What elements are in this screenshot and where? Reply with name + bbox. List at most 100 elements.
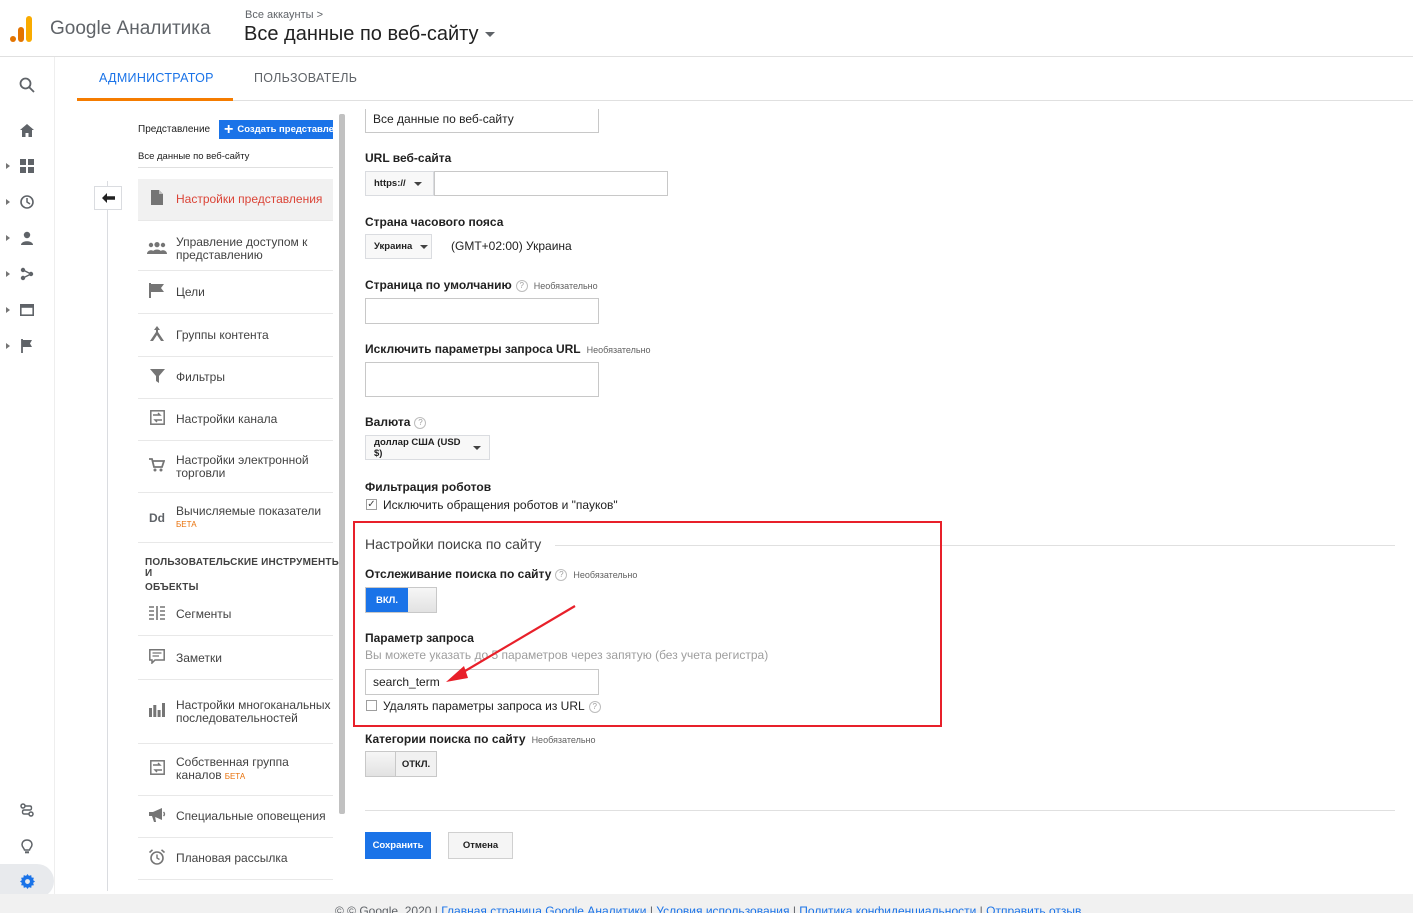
timezone-country-select[interactable]: Украина [365,234,432,259]
menu-item-ecommerce-settings[interactable]: Настройки электронной торговли [138,441,333,493]
realtime-clock-icon[interactable] [6,191,40,213]
bar-chart-icon [138,702,176,721]
menu-item-channel-settings[interactable]: Настройки канала [138,399,333,441]
exclude-params-label-row: Исключить параметры запроса URL Необязате… [365,342,651,356]
cancel-button[interactable]: Отмена [448,832,513,859]
save-button[interactable]: Сохранить [365,832,431,859]
home-icon[interactable] [14,119,40,141]
optional-label: Необязательно [531,735,596,745]
website-url-input[interactable] [434,171,668,196]
back-arrow-button[interactable] [94,186,122,210]
chevron-down-icon [413,181,422,186]
protocol-select[interactable]: https:// [365,171,434,196]
acquisition-icon[interactable] [6,263,40,285]
dashboard-icon[interactable] [6,155,40,177]
breadcrumb[interactable]: Все аккаунты > [245,9,323,21]
lightbulb-icon[interactable] [14,835,40,857]
menu-item-view-settings[interactable]: Настройки представления [138,179,333,221]
menu-item-filters[interactable]: Фильтры [138,357,333,399]
protocol-value: https:// [374,178,406,189]
create-view-label: Создать представление [237,124,333,136]
menu-item-label: Настройки канала [176,412,278,426]
annotation-arrow-icon [446,605,576,682]
behavior-icon[interactable] [6,299,40,321]
brand-name: Google Аналитика [50,18,211,39]
people-icon [138,241,176,258]
menu-item-scheduled-emails[interactable]: Плановая рассылка [138,838,333,880]
beta-badge: БЕТА [176,519,197,529]
bot-filter-label: Фильтрация роботов [365,480,492,494]
menu-item-mcf-settings[interactable]: Настройки многоканальных последовательно… [138,680,333,744]
exclude-params-textarea[interactable] [365,362,599,397]
menu-item-calculated-metrics[interactable]: Dd Вычисляемые показатели БЕТА [138,493,333,543]
footer-link-feedback[interactable]: Отправить отзыв [986,904,1081,913]
optional-label: Необязательно [533,281,598,291]
footer-link-home[interactable]: Главная страница Google Аналитики [441,904,646,913]
search-categories-toggle[interactable]: ОТКЛ. [365,751,437,777]
footer-link-privacy[interactable]: Политика конфиденциальности [799,904,976,913]
menu-item-label: Цели [176,285,205,299]
document-icon [138,190,176,209]
timezone-label: Страна часового пояса [365,215,504,229]
menu-item-segments[interactable]: Сегменты [138,594,333,636]
menu-item-access-management[interactable]: Управление доступом к представлению [138,228,333,271]
flag-icon [138,283,176,302]
toggle-knob [366,752,396,776]
attribution-icon[interactable] [14,799,40,821]
channel-icon [138,410,176,429]
filter-icon [138,368,176,387]
help-icon[interactable]: ? [515,279,528,292]
menu-item-label: Настройки электронной торговли [176,452,309,480]
property-selector[interactable]: Все данные по веб-сайту [244,23,495,46]
notes-icon [138,648,176,668]
menu-item-content-groups[interactable]: Группы контента [138,315,333,357]
search-categories-label-row: Категории поиска по сайту Необязательно [365,732,595,746]
currency-label: Валюта [365,415,411,429]
menu-item-custom-channel-grouping[interactable]: Собственная группа каналов БЕТА [138,744,333,796]
dd-icon: Dd [149,510,165,525]
search-icon[interactable] [14,74,40,96]
analytics-logo-icon [10,16,34,42]
timezone-country: Украина [374,241,413,252]
content-group-icon [138,326,176,345]
tab-user[interactable]: ПОЛЬЗОВАТЕЛЬ [254,71,357,85]
bot-filter-checkbox-label: Исключить обращения роботов и "пауков" [383,498,618,512]
currency-value: доллар США (USD $) [374,436,461,459]
section-heading: ОБЪЕКТЫ [145,582,199,593]
conversions-flag-icon[interactable] [6,335,40,357]
menu-item-custom-alerts[interactable]: Специальные оповещения [138,796,333,838]
cart-icon [138,457,176,476]
optional-label: Необязательно [586,345,651,355]
currency-select[interactable]: доллар США (USD $) [365,435,490,460]
custom-channel-icon [138,760,176,779]
view-label: Представление [138,124,211,135]
default-page-label-row: Страница по умолчанию? Необязательно [365,278,598,292]
footer-link-terms[interactable]: Условия использования [656,904,789,913]
left-navigation-rail [0,57,55,913]
default-page-input[interactable] [365,298,599,324]
alarm-clock-icon [138,848,176,869]
create-view-button[interactable]: +Создать представление [219,120,333,139]
chevron-down-icon [473,445,481,450]
menu-item-label: Вычисляемые показатели [176,503,322,518]
admin-gear-icon[interactable] [0,864,54,898]
megaphone-icon [138,807,176,826]
audience-person-icon[interactable] [6,227,40,249]
search-categories-label: Категории поиска по сайту [365,732,526,746]
view-name-input[interactable]: Все данные по веб-сайту [365,109,599,133]
menu-item-label: Настройки многоканальных последовательно… [176,697,331,725]
chevron-down-icon [484,32,495,38]
selected-view-name[interactable]: Все данные по веб-сайту [138,151,249,162]
divider [138,167,333,168]
menu-item-label: Фильтры [176,370,225,384]
plus-icon: + [224,121,234,138]
help-icon[interactable]: ? [414,416,427,429]
menu-item-label: Сегменты [176,607,232,621]
timezone-value[interactable]: (GMT+02:00) Украина [451,239,572,253]
bot-filter-checkbox[interactable]: ✓ [366,499,377,510]
view-column-scrollbar[interactable] [339,114,345,814]
menu-item-label: Плановая рассылка [176,851,288,865]
tab-administrator[interactable]: АДМИНИСТРАТОР [99,71,214,85]
menu-item-goals[interactable]: Цели [138,272,333,314]
menu-item-annotations[interactable]: Заметки [138,637,333,680]
